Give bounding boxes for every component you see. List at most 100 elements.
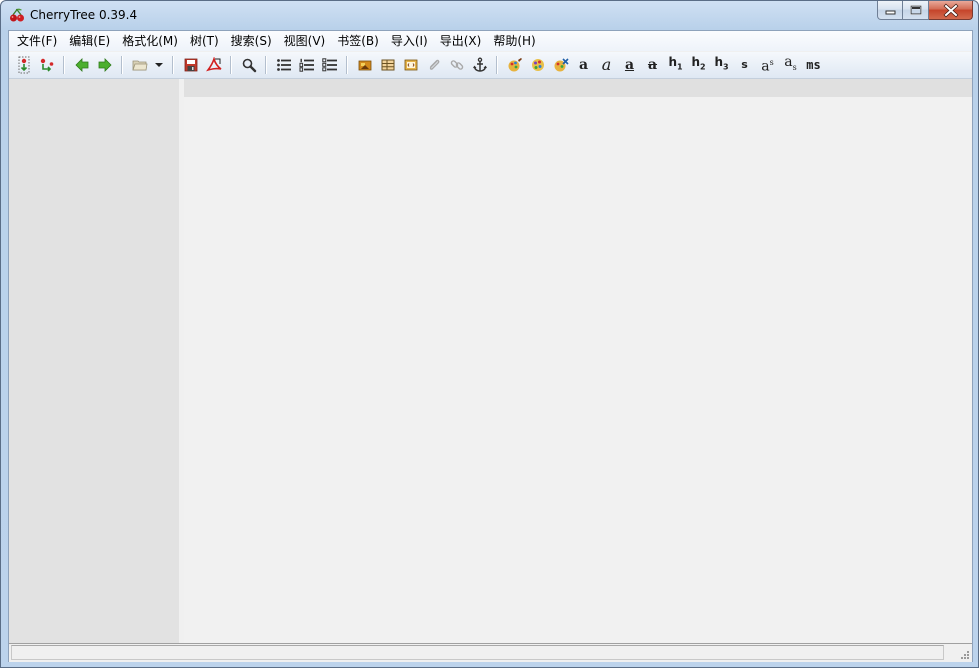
add-subnode-icon — [40, 58, 53, 72]
menu-search[interactable]: 搜索(S) — [225, 31, 278, 51]
add-node-button[interactable] — [12, 54, 35, 76]
minimize-button[interactable] — [877, 1, 903, 20]
insert-link-button[interactable] — [445, 54, 468, 76]
h2-button[interactable]: h2 — [687, 54, 710, 76]
insert-image-button[interactable] — [353, 54, 376, 76]
superscript-letter: a — [761, 58, 770, 75]
todo-list-button[interactable] — [318, 54, 341, 76]
open-dropdown-button[interactable] — [151, 54, 167, 76]
strikethrough-label: a — [647, 57, 658, 73]
bold-button[interactable]: a — [572, 54, 595, 76]
italic-label: a — [601, 55, 612, 74]
toolbar: a a a a h1 h2 h3 s as as ms — [9, 52, 972, 79]
caption-buttons — [877, 1, 973, 21]
node-header-bar — [184, 79, 972, 97]
h1-label: h1 — [668, 51, 682, 78]
export-pdf-icon — [205, 57, 221, 72]
toolbar-separator — [346, 56, 348, 74]
insert-codebox-button[interactable] — [399, 54, 422, 76]
window-title: CherryTree 0.39.4 — [30, 8, 138, 22]
toolbar-separator — [496, 56, 498, 74]
editor-pane[interactable] — [184, 79, 972, 643]
search-icon — [242, 58, 256, 73]
close-button[interactable] — [929, 1, 973, 20]
menu-edit[interactable]: 编辑(E) — [63, 31, 116, 51]
h1-button[interactable]: h1 — [664, 54, 687, 76]
h2-letter: h — [691, 55, 700, 70]
numbered-list-button[interactable] — [295, 54, 318, 76]
open-button[interactable] — [128, 54, 151, 76]
h3-button[interactable]: h3 — [710, 54, 733, 76]
h3-number: 3 — [722, 62, 729, 72]
h1-number: 1 — [676, 62, 683, 72]
menu-help[interactable]: 帮助(H) — [487, 31, 541, 51]
subscript-button[interactable]: as — [779, 54, 802, 76]
bulleted-list-icon — [276, 59, 291, 71]
monospace-label: ms — [806, 58, 821, 72]
h3-label: h3 — [714, 51, 728, 78]
forward-arrow-icon — [98, 58, 112, 72]
superscript-button[interactable]: as — [756, 54, 779, 76]
text-color-button[interactable] — [503, 54, 526, 76]
insert-table-button[interactable] — [376, 54, 399, 76]
monospace-button[interactable]: ms — [802, 54, 825, 76]
strikethrough-button[interactable]: a — [641, 54, 664, 76]
menu-view[interactable]: 视图(V) — [278, 31, 332, 51]
subscript-letter: a — [784, 54, 793, 71]
resize-grip-icon[interactable] — [959, 649, 970, 660]
save-icon — [184, 58, 197, 72]
subscript-label: as — [784, 51, 796, 79]
toolbar-separator — [121, 56, 123, 74]
forward-button[interactable] — [93, 54, 116, 76]
superscript-mark: s — [769, 58, 774, 68]
dropdown-arrow-icon — [155, 63, 163, 67]
minimize-icon — [885, 10, 896, 15]
menu-bookmarks[interactable]: 书签(B) — [331, 31, 385, 51]
menu-tree[interactable]: 树(T) — [184, 31, 225, 51]
menu-export[interactable]: 导出(X) — [434, 31, 488, 51]
superscript-label: as — [761, 52, 773, 78]
add-subnode-button[interactable] — [35, 54, 58, 76]
open-folder-icon — [131, 60, 147, 71]
h2-label: h2 — [691, 51, 705, 78]
back-button[interactable] — [70, 54, 93, 76]
close-icon — [943, 3, 959, 18]
toolbar-separator — [172, 56, 174, 74]
italic-button[interactable]: a — [595, 54, 618, 76]
small-text-button[interactable]: s — [733, 54, 756, 76]
insert-anchor-button[interactable] — [468, 54, 491, 76]
insert-link-icon — [450, 60, 463, 70]
menu-import[interactable]: 导入(I) — [385, 31, 434, 51]
title-bar[interactable]: CherryTree 0.39.4 — [1, 1, 978, 30]
h3-letter: h — [714, 55, 723, 70]
tree-pane[interactable] — [9, 79, 179, 643]
attach-file-icon — [429, 59, 439, 70]
menu-bar: 文件(F) 编辑(E) 格式化(M) 树(T) 搜索(S) 视图(V) 书签(B… — [9, 31, 972, 51]
numbered-list-icon — [299, 58, 314, 72]
client-area: 文件(F) 编辑(E) 格式化(M) 树(T) 搜索(S) 视图(V) 书签(B… — [8, 30, 973, 662]
cherry-icon — [10, 8, 24, 22]
underline-label: a — [624, 57, 635, 73]
bulleted-list-button[interactable] — [272, 54, 295, 76]
save-button[interactable] — [179, 54, 202, 76]
subscript-mark: s — [792, 62, 797, 72]
attach-file-button[interactable] — [422, 54, 445, 76]
bold-label: a — [578, 57, 589, 73]
app-window: CherryTree 0.39.4 文件(F) 编辑(E) 格式化(M) 树(T… — [0, 0, 979, 668]
export-pdf-button[interactable] — [202, 54, 225, 76]
insert-anchor-icon — [472, 57, 487, 72]
maximize-button[interactable] — [903, 1, 929, 20]
highlight-color-button[interactable] — [526, 54, 549, 76]
menu-format[interactable]: 格式化(M) — [116, 31, 184, 51]
todo-list-icon — [321, 58, 337, 72]
find-button[interactable] — [237, 54, 260, 76]
toolbar-separator — [265, 56, 267, 74]
underline-button[interactable]: a — [618, 54, 641, 76]
clear-format-button[interactable] — [549, 54, 572, 76]
menu-file[interactable]: 文件(F) — [11, 31, 63, 51]
highlight-color-icon — [531, 59, 544, 71]
h1-letter: h — [668, 55, 677, 70]
toolbar-separator — [63, 56, 65, 74]
small-label: s — [741, 58, 748, 71]
insert-table-icon — [381, 59, 394, 71]
